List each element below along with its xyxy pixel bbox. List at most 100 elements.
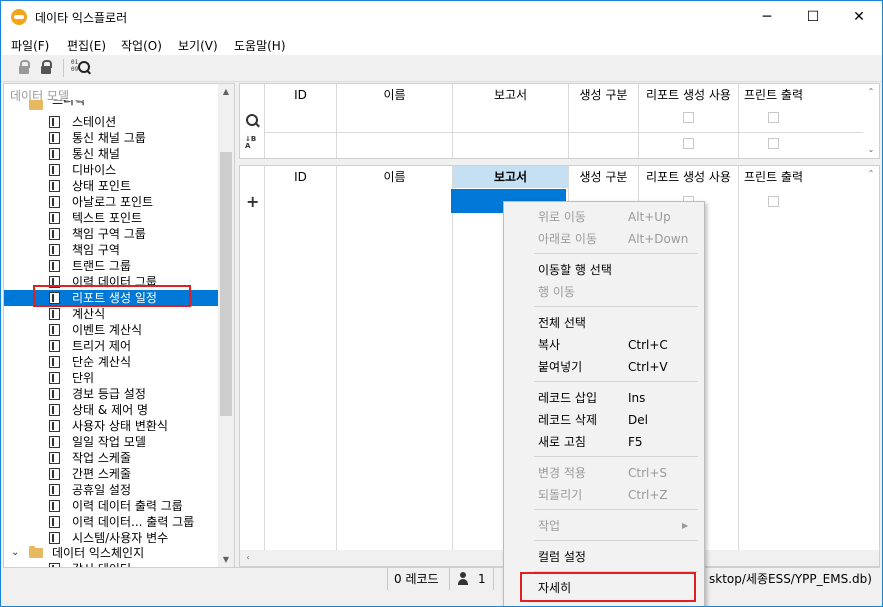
context-menu-item[interactable]: 작업 ▶ xyxy=(504,515,702,537)
column-header[interactable]: 프린트 출력 xyxy=(739,84,808,106)
tree-item[interactable]: 단위 xyxy=(4,370,218,386)
record-count: 0 레코드 xyxy=(387,568,449,590)
context-menu-item[interactable]: 복사 Ctrl+C xyxy=(504,334,702,356)
checkbox[interactable] xyxy=(683,138,694,149)
add-record-icon[interactable]: + xyxy=(246,192,259,211)
tree-item[interactable]: 책임 구역 xyxy=(4,242,218,258)
column-header[interactable]: 이름 xyxy=(337,84,452,106)
checkbox[interactable] xyxy=(683,112,694,123)
column-header[interactable]: 생성 구분 xyxy=(569,166,638,188)
table-icon xyxy=(49,324,60,336)
maximize-button[interactable]: ☐ xyxy=(790,1,836,33)
column-header[interactable]: 리포트 생성 사용 xyxy=(639,166,738,188)
tree-item[interactable]: 스테이션 xyxy=(4,114,218,130)
data-scrollbar-v[interactable]: ⌃ xyxy=(863,166,879,550)
context-menu-item[interactable]: 되돌리기 Ctrl+Z xyxy=(504,484,702,506)
table-icon xyxy=(49,532,60,544)
tree-item-label: 데이터 익스체인지 xyxy=(52,546,145,560)
column-header[interactable]: 보고서 xyxy=(453,166,568,188)
tree-scrollbar[interactable]: ▲ ▼ xyxy=(218,84,234,568)
tree-item[interactable]: 아날로그 포인트 xyxy=(4,194,218,210)
scroll-up-icon[interactable]: ▲ xyxy=(218,84,234,100)
tree-item[interactable]: 트랜드 그룹 xyxy=(4,258,218,274)
tree-item[interactable]: 상태 포인트 xyxy=(4,178,218,194)
scroll-left-icon[interactable]: ‹ xyxy=(240,550,256,566)
context-menu-item[interactable]: 레코드 삽입 Ins xyxy=(504,387,702,409)
column-header[interactable]: 리포트 생성 사용 xyxy=(639,84,738,106)
menu-view[interactable]: 보기(V) xyxy=(178,37,218,54)
context-menu-item[interactable]: 컬럼 설정 xyxy=(504,546,702,568)
tree-item[interactable]: 통신 채널 xyxy=(4,146,218,162)
column-header[interactable]: 생성 구분 xyxy=(569,84,638,106)
checkbox[interactable] xyxy=(768,112,779,123)
tree-item[interactable]: 이벤트 계산식 xyxy=(4,322,218,338)
row-divider xyxy=(264,132,863,133)
tree-item[interactable]: 간편 스케줄 xyxy=(4,466,218,482)
menu-help[interactable]: 도움말(H) xyxy=(234,37,286,54)
menu-edit[interactable]: 편집(E) xyxy=(67,37,106,54)
scroll-up-icon[interactable]: ⌃ xyxy=(863,84,879,100)
context-menu-item[interactable]: 위로 이동 Alt+Up xyxy=(504,206,702,228)
scrollbar-thumb[interactable] xyxy=(220,152,232,416)
close-button[interactable]: ✕ xyxy=(836,1,882,33)
sort-az-icon[interactable]: ↓B A xyxy=(245,136,256,150)
folder-icon xyxy=(29,100,43,110)
tree-item[interactable]: 계산식 xyxy=(4,306,218,322)
table-icon xyxy=(49,132,60,144)
tree-item[interactable]: 일일 작업 모델 xyxy=(4,434,218,450)
menu-item-label: 복사 xyxy=(538,338,561,352)
lock-icon[interactable] xyxy=(15,59,33,77)
tree-item[interactable]: 시스템/사용자 변수 xyxy=(4,530,218,546)
context-menu-item[interactable]: 레코드 삭제 Del xyxy=(504,409,702,431)
grid-column: 프린트 출력 xyxy=(738,84,808,158)
tree-item[interactable]: 이력 데이터 출력 그룹 xyxy=(4,498,218,514)
tree-folder-data-exchange[interactable]: ⌄ 데이터 익스체인지 xyxy=(4,545,218,561)
tree-item-label: 텍스트 포인트 xyxy=(72,211,143,225)
checkbox[interactable] xyxy=(768,196,779,207)
unlock-icon[interactable] xyxy=(37,59,55,77)
context-menu-item[interactable]: 변경 적용 Ctrl+S xyxy=(504,462,702,484)
menu-item-label: 전체 선택 xyxy=(538,316,586,330)
tree-item[interactable]: 공휴일 설정 xyxy=(4,482,218,498)
filter-scrollbar[interactable]: ⌃ ⌄ xyxy=(863,84,879,158)
tree-item[interactable]: 트리거 제어 xyxy=(4,338,218,354)
tree-item[interactable]: 경보 등급 설정 xyxy=(4,386,218,402)
context-menu-item[interactable]: 행 이동 xyxy=(504,281,702,303)
tree-item[interactable]: 작업 스케줄 xyxy=(4,450,218,466)
context-menu-item[interactable]: 아래로 이동 Alt+Down xyxy=(504,228,702,250)
menu-item-label: 작업 xyxy=(538,519,561,533)
column-header[interactable]: 이름 xyxy=(337,166,452,188)
menu-separator xyxy=(534,540,698,541)
find-id-icon[interactable]: 01 09 xyxy=(71,59,91,77)
tree-item[interactable]: 상태 & 제어 명 xyxy=(4,402,218,418)
scroll-down-icon[interactable]: ⌄ xyxy=(863,142,879,158)
tree-item[interactable]: 디바이스 xyxy=(4,162,218,178)
tree-item[interactable]: 책임 구역 그룹 xyxy=(4,226,218,242)
search-icon[interactable] xyxy=(246,114,260,128)
tree-item[interactable]: 사용자 상태 변환식 xyxy=(4,418,218,434)
tree-folder-partial[interactable]: 드디릭 xyxy=(4,100,218,110)
column-header[interactable]: 프린트 출력 xyxy=(739,166,808,188)
context-menu-item[interactable]: 붙여넣기 Ctrl+V xyxy=(504,356,702,378)
scroll-up-icon[interactable]: ⌃ xyxy=(863,166,879,182)
context-menu-item[interactable]: 전체 선택 xyxy=(504,312,702,334)
tree-item-label: 통신 채널 xyxy=(72,147,120,161)
scroll-down-icon[interactable]: ▼ xyxy=(218,552,234,568)
minimize-button[interactable]: ─ xyxy=(744,1,790,33)
tree-item[interactable]: 통신 채널 그룹 xyxy=(4,130,218,146)
tree-item[interactable]: 이력 데이터... 출력 그룹 xyxy=(4,514,218,530)
column-header[interactable]: ID xyxy=(265,166,336,188)
tree-item[interactable]: 단순 계산식 xyxy=(4,354,218,370)
tree-item[interactable]: 텍스트 포인트 xyxy=(4,210,218,226)
table-icon xyxy=(49,212,60,224)
column-header[interactable]: ID xyxy=(265,84,336,106)
table-icon xyxy=(49,372,60,384)
menu-file[interactable]: 파일(F) xyxy=(11,37,49,54)
menu-action[interactable]: 작업(O) xyxy=(121,37,162,54)
checkbox[interactable] xyxy=(768,138,779,149)
context-menu-item[interactable]: 새로 고침 F5 xyxy=(504,431,702,453)
app-window: 데이타 익스플로러 ─ ☐ ✕ 파일(F) 편집(E) 작업(O) 보기(V) … xyxy=(0,0,883,607)
column-header[interactable]: 보고서 xyxy=(453,84,568,106)
context-menu-item[interactable]: 이동할 행 선택 xyxy=(504,259,702,281)
chevron-down-icon[interactable]: ⌄ xyxy=(11,545,19,561)
